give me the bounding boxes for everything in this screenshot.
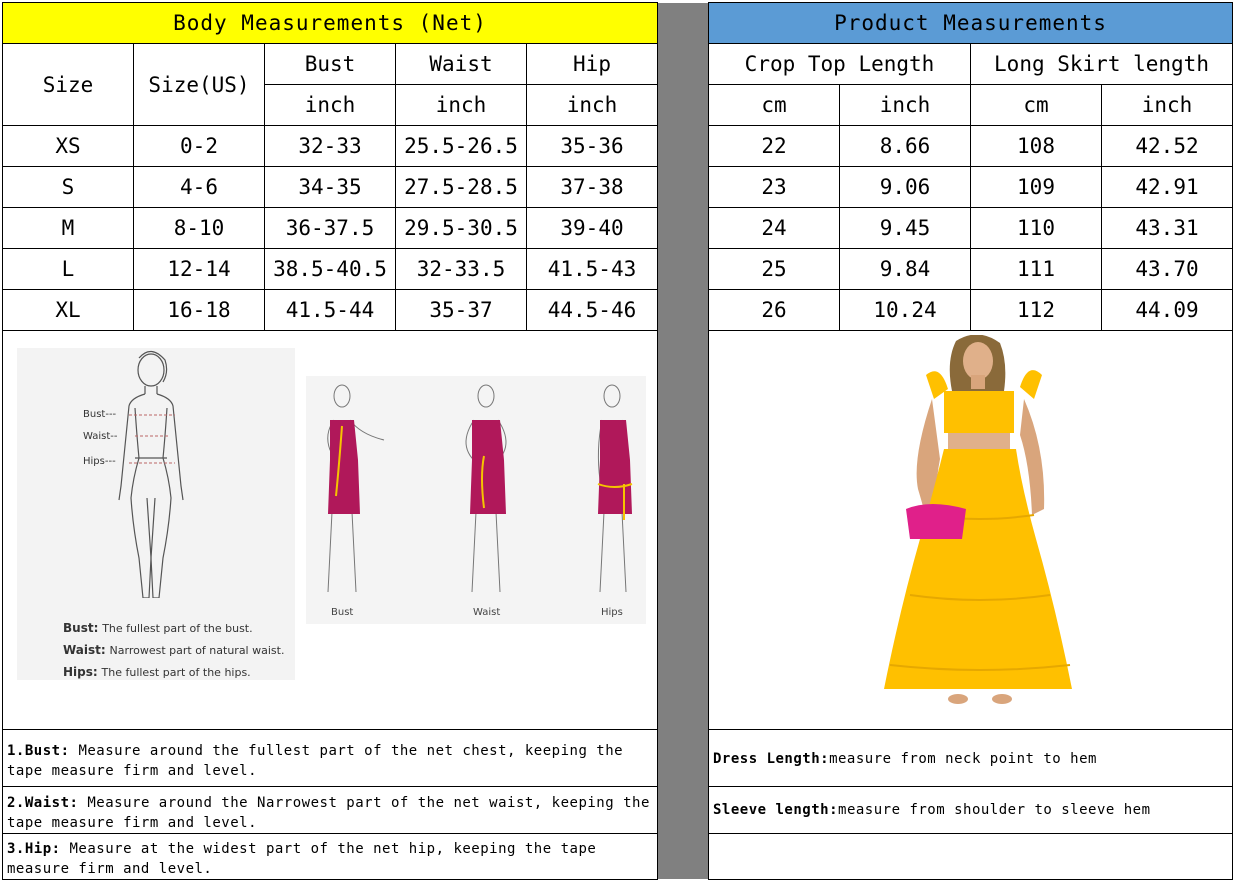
figure-note-text: The fullest part of the bust. [102, 622, 253, 635]
table-cell-skirt-inch: 42.52 [1135, 134, 1199, 158]
table-cell-bust: 34-35 [298, 175, 362, 199]
figure-label-hips: Hips--- [83, 456, 116, 467]
figure-note-term: Waist: [63, 643, 106, 657]
dress-caption-hips: Hips [601, 607, 623, 618]
col-header-crop-top: Crop Top Length [744, 52, 935, 76]
unit-hip: inch [566, 93, 618, 117]
table-cell-crop-cm: 24 [761, 216, 787, 240]
table-cell-skirt-cm: 108 [1017, 134, 1055, 158]
table-cell-bust: 38.5-40.5 [273, 257, 387, 281]
dress-caption-waist: Waist [473, 607, 501, 618]
note-dress-length: Dress Length: measure from neck point to… [709, 731, 1232, 786]
dress-measure-figures [327, 384, 633, 593]
table-cell-size-us: 4-6 [180, 175, 218, 199]
table-cell-crop-inch: 9.84 [879, 257, 931, 281]
table-cell-hip: 44.5-46 [547, 298, 637, 322]
table-cell-hip: 35-36 [560, 134, 624, 158]
note-text: measure from shoulder to sleeve hem [838, 802, 1151, 818]
col-header-long-skirt: Long Skirt length [994, 52, 1209, 76]
table-cell-skirt-inch: 42.91 [1135, 175, 1199, 199]
table-cell-crop-cm: 26 [761, 298, 787, 322]
note-term: 1.Bust: [7, 743, 70, 759]
figure-note-term: Hips: [63, 665, 98, 679]
table-cell-waist: 35-37 [429, 298, 493, 322]
note-waist: 2.Waist: Measure around the Narrowest pa… [3, 791, 657, 833]
note-term: Dress Length: [713, 750, 830, 767]
column-divider [658, 3, 708, 879]
table-cell-hip: 37-38 [560, 175, 624, 199]
table-cell-size-us: 8-10 [173, 216, 225, 240]
col-header-size-us: Size(US) [148, 72, 250, 97]
note-term: 3.Hip: [7, 841, 61, 857]
table-cell-size-us: 12-14 [167, 257, 231, 281]
note-sleeve-length: Sleeve length: measure from shoulder to … [709, 787, 1232, 833]
figure-note-term: Bust: [63, 621, 99, 635]
product-measurements-header: Product Measurements [709, 3, 1232, 43]
table-cell-bust: 32-33 [298, 134, 362, 158]
table-cell-size: XS [55, 134, 81, 158]
table-cell-bust: 36-37.5 [285, 216, 375, 240]
table-cell-skirt-inch: 43.70 [1135, 257, 1199, 281]
figure-note-text: Narrowest part of natural waist. [109, 644, 285, 657]
table-cell-crop-cm: 25 [761, 257, 787, 281]
table-cell-size-us: 16-18 [167, 298, 231, 322]
note-term: 2.Waist: [7, 795, 79, 811]
note-term: Sleeve length: [713, 802, 839, 818]
table-cell-waist: 29.5-30.5 [404, 216, 518, 240]
table-cell-crop-inch: 9.45 [879, 216, 931, 240]
unit-crop-cm: cm [761, 93, 787, 117]
figure-note-bust: Bust: The fullest part of the bust. [63, 621, 253, 635]
unit-bust: inch [304, 93, 356, 117]
table-cell-skirt-cm: 109 [1017, 175, 1055, 199]
table-cell-skirt-inch: 43.31 [1135, 216, 1199, 240]
col-header-size: Size [42, 72, 94, 97]
note-text: Measure around the fullest part of the n… [7, 743, 624, 779]
table-cell-waist: 32-33.5 [416, 257, 506, 281]
table-cell-size-us: 0-2 [180, 134, 218, 158]
note-text: measure from neck point to hem [829, 750, 1097, 767]
col-header-waist: Waist [429, 52, 493, 76]
unit-skirt-cm: cm [1023, 93, 1049, 117]
col-header-hip: Hip [573, 52, 611, 76]
table-cell-crop-inch: 8.66 [879, 134, 931, 158]
body-outline-figure [118, 350, 184, 598]
table-cell-waist: 25.5-26.5 [404, 134, 518, 158]
table-cell-skirt-cm: 110 [1017, 216, 1055, 240]
table-cell-bust: 41.5-44 [285, 298, 375, 322]
table-cell-skirt-cm: 111 [1017, 257, 1055, 281]
table-cell-crop-inch: 10.24 [873, 298, 937, 322]
dress-caption-bust: Bust [331, 607, 354, 618]
note-text: Measure at the widest part of the net hi… [7, 841, 597, 877]
col-header-bust: Bust [304, 52, 356, 76]
table-cell-hip: 39-40 [560, 216, 624, 240]
note-hip: 3.Hip: Measure at the widest part of the… [3, 837, 657, 879]
table-cell-skirt-inch: 44.09 [1135, 298, 1199, 322]
unit-skirt-inch: inch [1141, 93, 1193, 117]
figure-label-waist: Waist-- [83, 431, 118, 442]
table-cell-size: XL [55, 298, 81, 322]
table-cell-crop-cm: 22 [761, 134, 787, 158]
table-cell-crop-inch: 9.06 [879, 175, 931, 199]
figure-note-waist: Waist: Narrowest part of natural waist. [63, 643, 284, 657]
table-cell-hip: 41.5-43 [547, 257, 637, 281]
product-photo [870, 335, 1090, 707]
figure-label-bust: Bust--- [83, 409, 117, 420]
table-cell-crop-cm: 23 [761, 175, 787, 199]
figure-note-text: The fullest part of the hips. [101, 666, 251, 679]
note-bust: 1.Bust: Measure around the fullest part … [3, 739, 657, 785]
table-cell-size: M [61, 216, 75, 240]
note-text: Measure around the Narrowest part of the… [7, 795, 650, 831]
unit-crop-inch: inch [879, 93, 931, 117]
figure-note-hips: Hips: The fullest part of the hips. [63, 665, 251, 679]
table-cell-size: L [61, 257, 75, 281]
table-cell-waist: 27.5-28.5 [404, 175, 518, 199]
table-cell-size: S [61, 175, 75, 199]
body-measurements-header: Body Measurements (Net) [3, 3, 657, 43]
table-cell-skirt-cm: 112 [1017, 298, 1055, 322]
unit-waist: inch [435, 93, 487, 117]
